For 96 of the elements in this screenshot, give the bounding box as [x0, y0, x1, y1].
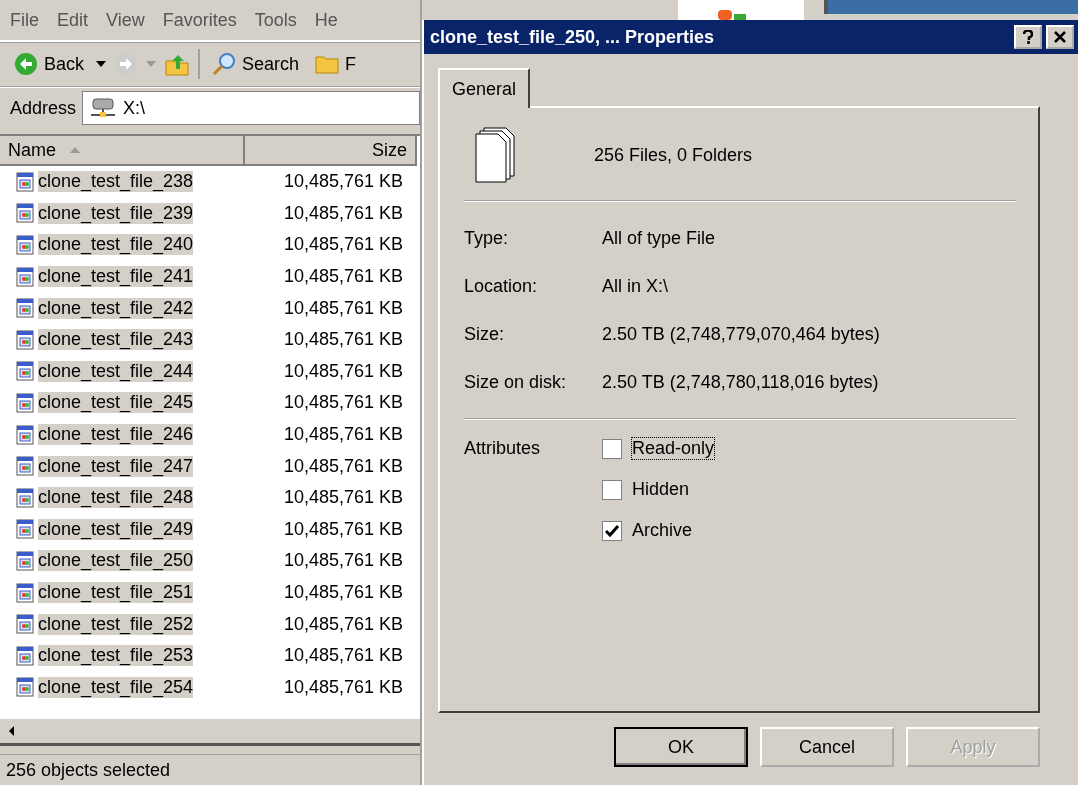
property-value: 2.50 TB (2,748,779,070,464 bytes)	[602, 323, 880, 345]
property-label: Type:	[464, 227, 510, 249]
window-title: clone_test_file_250, ... Properties	[430, 26, 716, 48]
column-header[interactable]: Size	[245, 136, 417, 166]
logo-icon	[718, 8, 748, 20]
menu-item[interactable]: View	[106, 9, 145, 31]
close-icon	[1054, 31, 1066, 43]
menu-item[interactable]: Tools	[254, 9, 297, 31]
column-header[interactable]: Name	[0, 136, 245, 166]
file-size: 10,485,761 KB	[282, 234, 403, 256]
file-icon	[16, 456, 34, 477]
folders-button[interactable]: F	[311, 53, 361, 75]
file-size: 10,485,761 KB	[282, 424, 403, 446]
property-label: Location:	[464, 275, 539, 297]
search-icon	[212, 52, 237, 76]
file-name[interactable]: clone_test_file_241	[38, 266, 194, 288]
property-value: All in X:\	[602, 275, 669, 297]
menu-item[interactable]: Edit	[57, 9, 89, 31]
file-size: 10,485,761 KB	[282, 645, 403, 667]
file-icon	[16, 171, 34, 192]
checkbox[interactable]	[602, 438, 622, 459]
file-icon	[16, 203, 34, 224]
search-button[interactable]: Search	[208, 52, 304, 76]
checkbox-label[interactable]: Hidden	[632, 479, 690, 500]
dialog-button[interactable]: Cancel	[760, 727, 894, 767]
file-name[interactable]: clone_test_file_240	[38, 234, 194, 256]
file-icon	[16, 677, 34, 698]
menu-item[interactable]: He	[314, 9, 338, 31]
file-size: 10,485,761 KB	[282, 297, 403, 319]
property-label: Size:	[464, 323, 506, 345]
menu-item[interactable]: Favorites	[162, 9, 237, 31]
tab[interactable]: General	[438, 68, 531, 108]
help-button[interactable]	[1014, 25, 1042, 49]
address-field[interactable]: X:\	[82, 91, 420, 125]
checkbox[interactable]	[602, 520, 622, 541]
folder-icon	[315, 54, 340, 74]
file-name[interactable]: clone_test_file_239	[38, 202, 194, 224]
file-name[interactable]: clone_test_file_254	[38, 676, 194, 698]
file-name[interactable]: clone_test_file_249	[38, 518, 194, 540]
property-label: Size on disk:	[464, 371, 568, 393]
file-size: 10,485,761 KB	[282, 582, 403, 603]
selection-summary: 256 Files, 0 Folders	[594, 144, 753, 166]
file-size: 10,485,761 KB	[282, 360, 403, 382]
file-icon	[16, 582, 34, 603]
checkbox-label[interactable]: Archive	[632, 520, 693, 541]
file-size: 10,485,761 KB	[282, 613, 403, 635]
property-value: All of type File	[602, 227, 716, 249]
file-icon	[16, 519, 34, 540]
file-icon	[16, 361, 34, 382]
file-size: 10,485,761 KB	[282, 550, 403, 572]
file-name[interactable]: clone_test_file_250	[38, 550, 194, 572]
file-name[interactable]: clone_test_file_251	[38, 582, 194, 603]
file-size: 10,485,761 KB	[282, 266, 403, 288]
file-icon	[16, 266, 34, 287]
property-value: 2.50 TB (2,748,780,118,016 bytes)	[602, 371, 879, 393]
file-size: 10,485,761 KB	[282, 518, 403, 540]
file-icon	[16, 487, 34, 508]
file-icon	[16, 645, 34, 666]
file-icon	[16, 298, 34, 319]
file-icon	[16, 329, 34, 350]
file-icon	[16, 235, 34, 255]
help-icon	[1023, 30, 1033, 44]
file-size: 10,485,761 KB	[282, 392, 403, 414]
back-button[interactable]: Back	[10, 52, 89, 76]
file-name[interactable]: clone_test_file_253	[38, 645, 194, 667]
checkbox[interactable]	[602, 479, 622, 500]
attributes-label: Attributes	[464, 438, 542, 460]
file-name[interactable]: clone_test_file_244	[38, 360, 194, 382]
menu-item[interactable]: File	[10, 9, 39, 31]
horizontal-scrollbar[interactable]	[0, 718, 420, 746]
file-size: 10,485,761 KB	[282, 171, 403, 193]
file-name[interactable]: clone_test_file_246	[38, 424, 194, 446]
files-icon	[474, 127, 516, 183]
file-name[interactable]: clone_test_file_238	[38, 171, 194, 193]
network-drive-icon	[89, 97, 118, 119]
file-name[interactable]: clone_test_file_252	[38, 613, 194, 635]
close-button[interactable]	[1046, 25, 1074, 49]
file-icon	[16, 614, 34, 635]
caret-icon[interactable]	[96, 61, 107, 67]
dialog-button[interactable]: OK	[614, 727, 748, 767]
file-size: 10,485,761 KB	[282, 202, 403, 224]
file-name[interactable]: clone_test_file_243	[38, 329, 194, 351]
status-text: 256 objects selected	[6, 759, 171, 781]
file-name[interactable]: clone_test_file_248	[38, 487, 194, 509]
file-size: 10,485,761 KB	[282, 455, 403, 477]
file-name[interactable]: clone_test_file_242	[38, 297, 194, 319]
address-label: Address	[10, 97, 77, 119]
file-icon	[16, 424, 34, 445]
file-size: 10,485,761 KB	[282, 676, 403, 698]
file-size: 10,485,761 KB	[282, 487, 403, 509]
file-name[interactable]: clone_test_file_245	[38, 392, 194, 414]
file-icon	[16, 392, 34, 413]
checkbox-label[interactable]: Read-only	[632, 438, 715, 459]
file-size: 10,485,761 KB	[282, 329, 403, 351]
file-icon	[16, 550, 34, 571]
file-name[interactable]: clone_test_file_247	[38, 455, 194, 477]
